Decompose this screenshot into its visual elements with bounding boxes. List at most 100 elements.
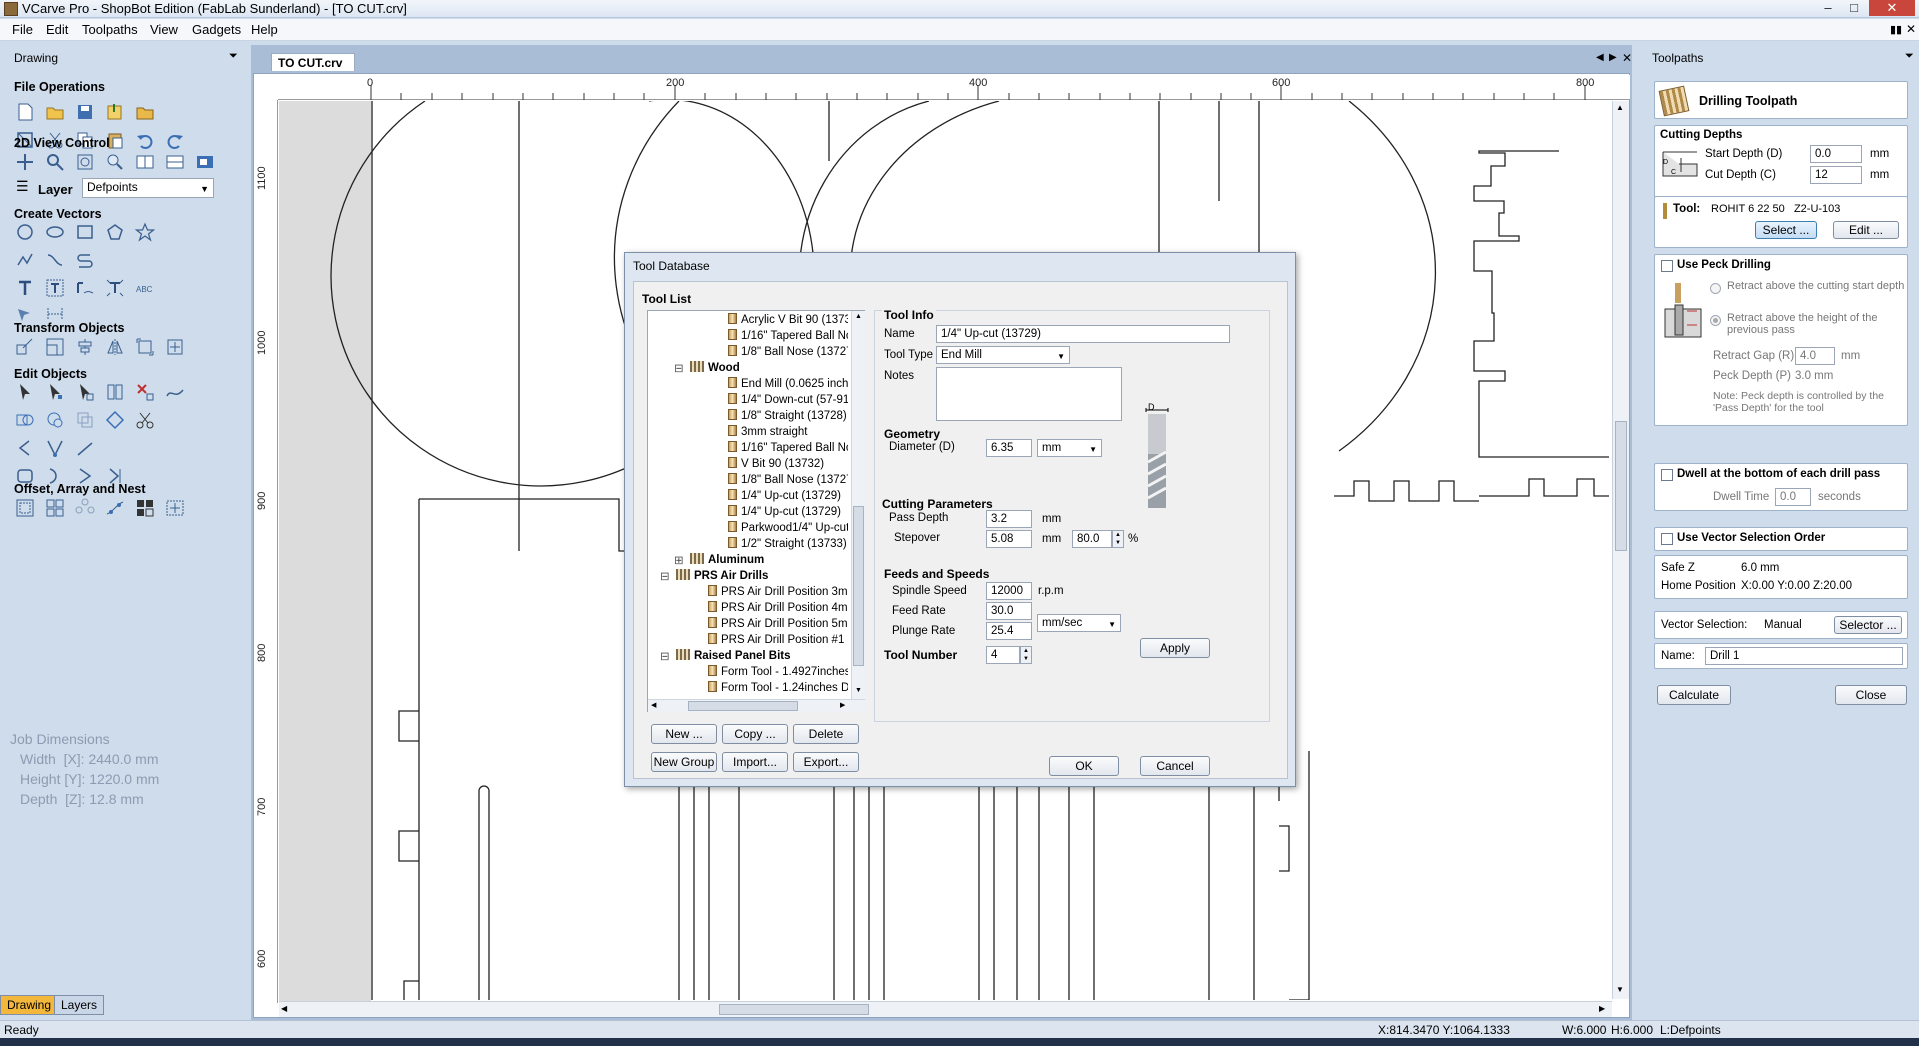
stepover-input[interactable]: 5.08 (986, 530, 1032, 548)
calculate-button[interactable]: Calculate (1657, 685, 1731, 705)
import-button[interactable]: Import... (722, 752, 788, 772)
scroll-left-icon[interactable]: ◀ (281, 1004, 287, 1013)
copy-along-vectors-icon[interactable] (104, 497, 126, 519)
tree-tool-item[interactable]: PRS Air Drill Position 5mm (708, 617, 848, 630)
size-icon[interactable] (134, 336, 156, 358)
view-split-icon[interactable] (134, 151, 156, 173)
tree-folder[interactable]: Aluminum ⊞ (674, 553, 764, 567)
auto-layout-text-icon[interactable]: ABC (134, 277, 156, 299)
notes-textarea[interactable] (936, 367, 1122, 421)
selector-button[interactable]: Selector ... (1834, 616, 1902, 634)
tree-hscroll-thumb[interactable] (688, 701, 798, 711)
peck-drilling-checkbox[interactable] (1661, 260, 1673, 272)
expand-toggle-icon[interactable]: ⊟ (674, 361, 684, 375)
move-icon[interactable] (14, 336, 36, 358)
tree-vscrollbar[interactable]: ▲ ▼ (851, 311, 865, 699)
offset-icon[interactable] (14, 497, 36, 519)
toolpath-name-input[interactable]: Drill 1 (1705, 647, 1903, 665)
select-tool-button[interactable]: Select ... (1755, 221, 1817, 239)
tree-folder[interactable]: PRS Air Drills ⊟ (660, 569, 768, 583)
zoom-icon[interactable] (44, 151, 66, 173)
scroll-down-icon[interactable]: ▼ (1616, 985, 1624, 994)
tree-folder[interactable]: Wood ⊟ (674, 361, 740, 375)
interactive-trim-icon[interactable] (104, 381, 126, 403)
mdi-close-icon[interactable]: ✕ (1906, 22, 1916, 36)
copy-tool-button[interactable]: Copy ... (722, 724, 788, 744)
scale-icon[interactable] (44, 336, 66, 358)
scissors-icon[interactable] (134, 409, 156, 431)
layer-select[interactable]: Defpoints ▼ (82, 178, 214, 198)
new-group-button[interactable]: New Group (651, 752, 717, 772)
undo-icon[interactable] (134, 129, 156, 151)
zoom-extents-icon[interactable] (74, 151, 96, 173)
tree-scroll-left-icon[interactable]: ◀ (651, 701, 656, 709)
pan-icon[interactable] (14, 151, 36, 173)
dwell-time-input[interactable]: 0.0 (1775, 488, 1811, 506)
tree-tool-item[interactable]: Parkwood1/4" Up-cut (137 (728, 521, 848, 534)
tree-tool-item[interactable]: PRS Air Drill Position 3mm (708, 585, 848, 598)
diameter-input[interactable]: 6.35 (986, 439, 1032, 457)
join-open-icon[interactable] (14, 437, 36, 459)
tree-tool-item[interactable]: Form Tool - 1.4927inches Dia (708, 665, 848, 678)
open-file-icon[interactable] (44, 101, 66, 123)
trim-delete-icon[interactable] (134, 381, 156, 403)
transform-mode-icon[interactable] (74, 381, 96, 403)
tool-type-select[interactable]: End Mill ▼ (936, 346, 1070, 364)
pin-icon[interactable]: ⏷ (1905, 50, 1914, 63)
fillet-icon[interactable] (104, 409, 126, 431)
curve-icon[interactable] (44, 249, 66, 271)
zoom-selection-icon[interactable] (104, 151, 126, 173)
align-icon[interactable] (74, 336, 96, 358)
tree-tool-item[interactable]: Form Tool - 1.24inches Dia (708, 681, 848, 694)
dwell-checkbox[interactable] (1661, 469, 1673, 481)
spindle-speed-input[interactable]: 12000 (986, 582, 1032, 600)
block-copy-icon[interactable] (44, 497, 66, 519)
tree-tool-item[interactable]: 1/2" Straight (13733) (728, 537, 847, 550)
tree-tool-item[interactable]: 1/8" Straight (13728) (728, 409, 847, 422)
subtract-icon[interactable] (44, 409, 66, 431)
scroll-up-icon[interactable]: ▲ (1616, 103, 1624, 112)
new-file-icon[interactable] (14, 101, 36, 123)
tree-scroll-up-icon[interactable]: ▲ (855, 313, 862, 320)
text-box-icon[interactable] (44, 277, 66, 299)
spiral-icon[interactable] (74, 249, 96, 271)
vertical-scrollbar[interactable]: ▲ ▼ (1612, 101, 1629, 999)
tree-folder[interactable]: Raised Panel Bits ⊟ (660, 649, 791, 663)
menu-gadgets[interactable]: Gadgets (192, 22, 241, 37)
tree-scroll-down-icon[interactable]: ▼ (855, 687, 862, 694)
tree-scroll-right-icon[interactable]: ▶ (840, 701, 845, 709)
feed-unit-select[interactable]: mm/sec ▼ (1037, 614, 1121, 632)
new-tool-button[interactable]: New ... (651, 724, 717, 744)
intersect-icon[interactable] (74, 409, 96, 431)
close-button[interactable]: Close (1835, 685, 1907, 705)
tree-tool-item[interactable]: V Bit 90 (13732) (728, 457, 824, 470)
retract-gap-input[interactable]: 4.0 (1795, 347, 1835, 365)
pass-depth-input[interactable]: 3.2 (986, 510, 1032, 528)
scroll-right-icon[interactable]: ▶ (1599, 1004, 1605, 1013)
polygon-icon[interactable] (104, 221, 126, 243)
vertical-scroll-thumb[interactable] (1615, 421, 1627, 551)
horizontal-scrollbar[interactable]: ◀ ▶ (279, 1001, 1612, 1017)
tree-tool-item[interactable]: End Mill (0.0625 inches) (728, 377, 848, 390)
tree-tool-item[interactable]: 1/4" Down-cut (57-910) (728, 393, 848, 406)
start-depth-input[interactable]: 0.0 (1810, 145, 1862, 163)
center-icon[interactable] (164, 336, 186, 358)
node-edit-icon[interactable] (44, 381, 66, 403)
tab-scroll-right-icon[interactable]: ▶ (1609, 52, 1617, 63)
tab-document[interactable]: TO CUT.crv (271, 53, 355, 71)
tab-scroll-left-icon[interactable]: ◀ (1596, 52, 1604, 63)
horizontal-scroll-thumb[interactable] (719, 1004, 869, 1015)
pin-icon[interactable]: ⏷ (229, 50, 238, 63)
tool-number-spinner[interactable]: ▲ ▼ (1020, 646, 1032, 664)
star-icon[interactable] (134, 221, 156, 243)
menu-view[interactable]: View (150, 22, 178, 37)
circular-copy-icon[interactable] (74, 497, 96, 519)
expand-toggle-icon[interactable]: ⊟ (660, 569, 670, 583)
menu-edit[interactable]: Edit (46, 22, 68, 37)
array-icon[interactable] (164, 497, 186, 519)
open-folder-icon[interactable] (134, 101, 156, 123)
select-icon[interactable] (14, 381, 36, 403)
tab-layers[interactable]: Layers (54, 995, 105, 1015)
tab-drawing[interactable]: Drawing (0, 995, 59, 1015)
nest-icon[interactable] (134, 497, 156, 519)
